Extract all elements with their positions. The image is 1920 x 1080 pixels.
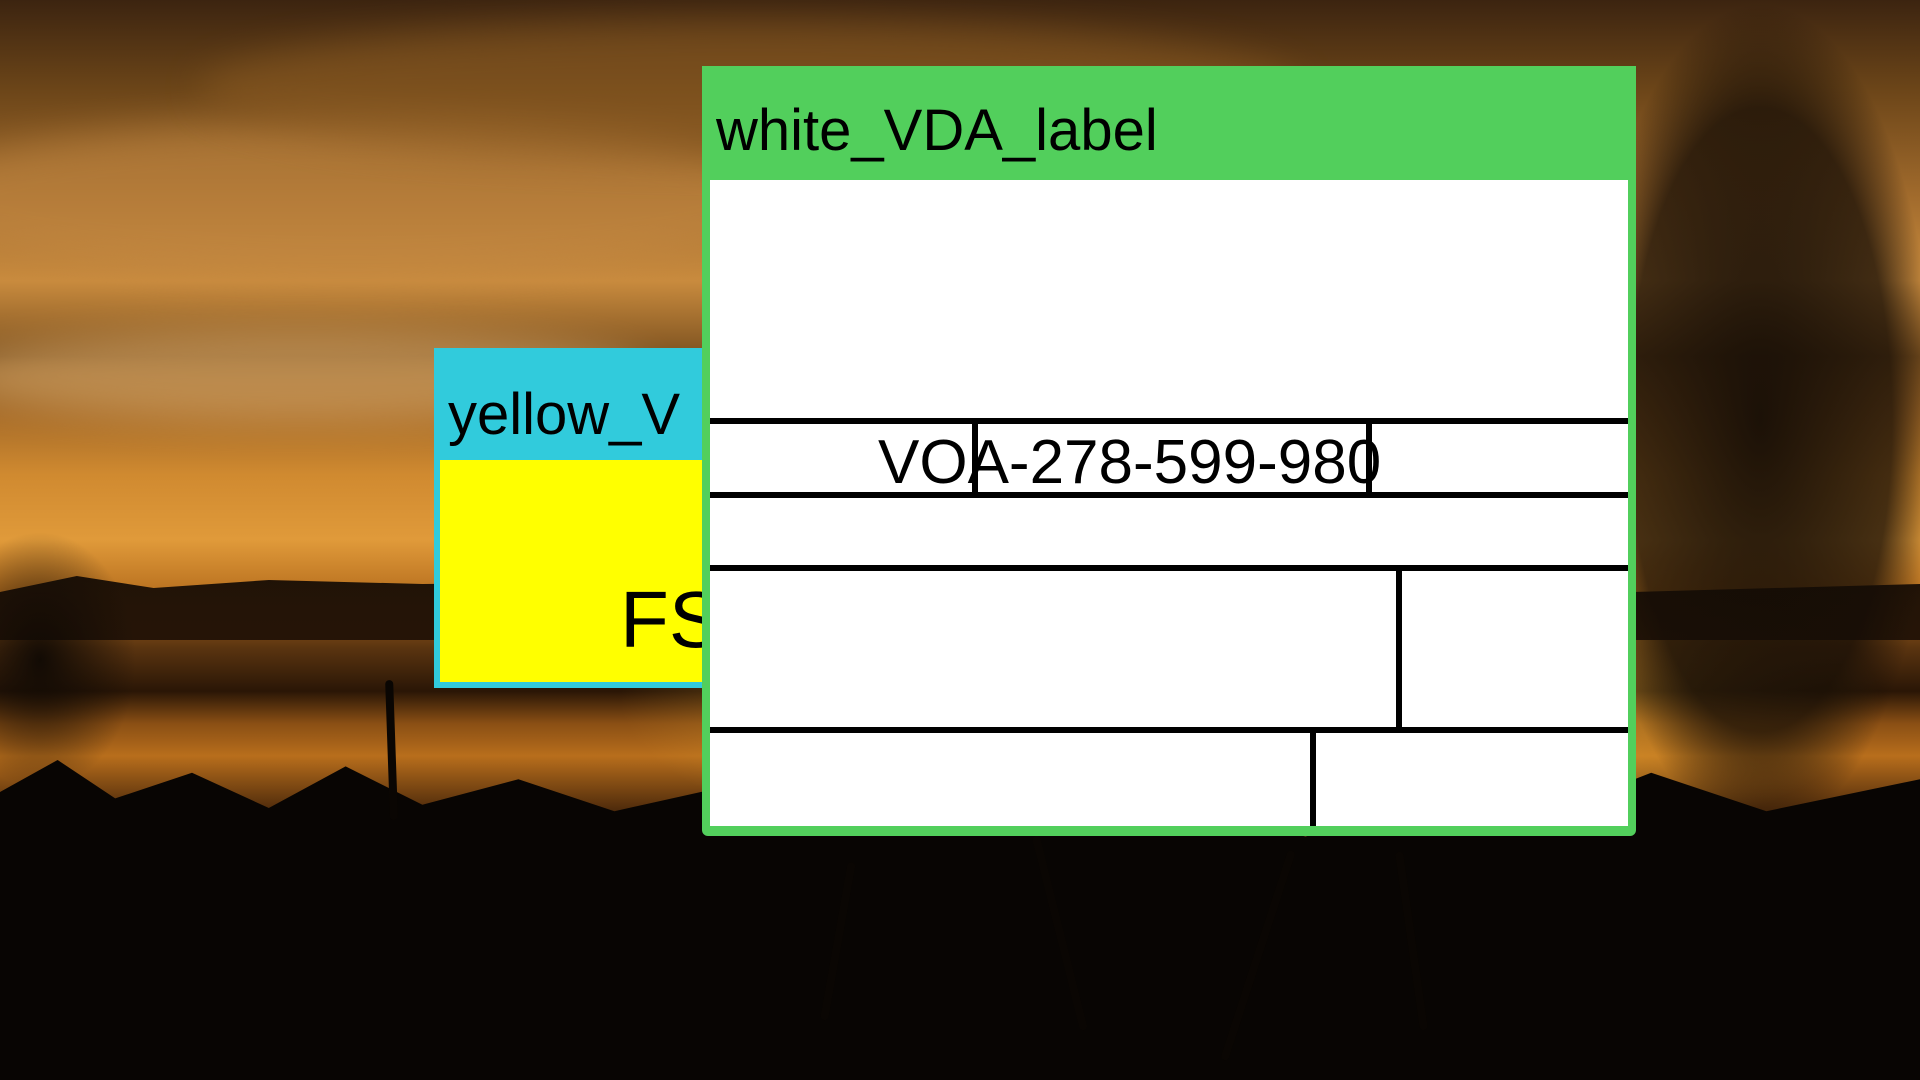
label-grid-line (710, 418, 1628, 424)
white-vda-window[interactable]: white_VDA_label VOA-278-599-980 (702, 66, 1636, 836)
label-grid-line (710, 727, 1628, 733)
label-grid-line (710, 565, 1628, 571)
white-label-code: VOA-278-599-980 (878, 428, 1382, 497)
tree-silhouette-left (0, 520, 170, 800)
white-window-title[interactable]: white_VDA_label (702, 66, 1636, 176)
label-grid-line (1396, 565, 1402, 729)
label-grid-line (1310, 727, 1316, 826)
white-label-body: VOA-278-599-980 (710, 180, 1628, 826)
desktop-wallpaper: yellow_V FS white_VDA_label VOA-278-599-… (0, 0, 1920, 1080)
